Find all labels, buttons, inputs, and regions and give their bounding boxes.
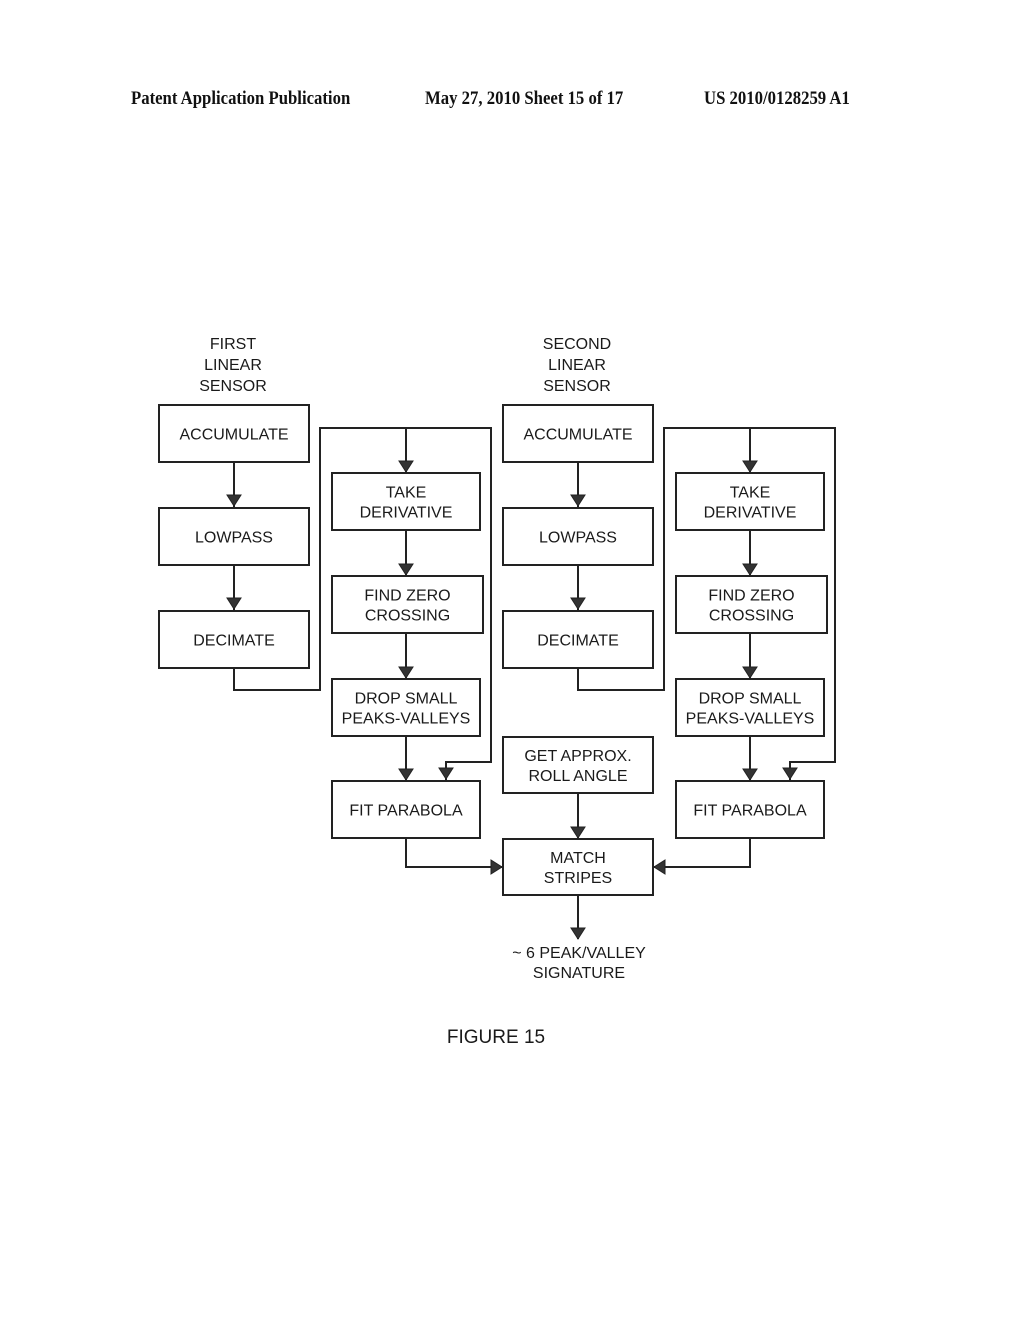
left-arrowhead-icon bbox=[398, 460, 414, 473]
right-lowpass-label: LOWPASS bbox=[539, 530, 617, 547]
right-fit-to-match-connector bbox=[653, 838, 751, 868]
output-signature-label: SIGNATURE bbox=[533, 965, 625, 982]
right-arrowhead-icon bbox=[742, 666, 758, 679]
left-drop-small-peaks-valleys-label: PEAKS-VALLEYS bbox=[342, 711, 471, 728]
left-arrowhead-icon bbox=[226, 597, 242, 610]
left-lowpass-label: LOWPASS bbox=[195, 530, 273, 547]
left-sensor-title: FIRST bbox=[210, 336, 256, 353]
right-drop-small-peaks-valleys-label: DROP SMALL bbox=[699, 691, 802, 708]
left-decimate-label: DECIMATE bbox=[193, 633, 274, 650]
right-find-zero-crossing-label: CROSSING bbox=[709, 608, 794, 625]
right-sensor-title: SENSOR bbox=[543, 378, 611, 395]
left-arrowhead-icon bbox=[398, 666, 414, 679]
right-sensor-title: SECOND bbox=[543, 336, 611, 353]
right-arrowhead-icon bbox=[570, 494, 586, 507]
left-arrowhead-icon bbox=[398, 563, 414, 576]
arrowhead-icon bbox=[490, 859, 503, 875]
left-take-derivative-label: DERIVATIVE bbox=[360, 505, 453, 522]
right-accumulate-label: ACCUMULATE bbox=[523, 427, 632, 444]
right-arrowhead-icon bbox=[742, 460, 758, 473]
output-signature-label: ~ 6 PEAK/VALLEY bbox=[512, 945, 646, 962]
right-decimate-label: DECIMATE bbox=[537, 633, 618, 650]
left-drop-small-peaks-valleys-label: DROP SMALL bbox=[355, 691, 458, 708]
right-sensor-title: LINEAR bbox=[548, 357, 606, 374]
right-arrowhead-icon bbox=[742, 563, 758, 576]
right-find-zero-crossing-label: FIND ZERO bbox=[708, 588, 794, 605]
left-sensor-title: LINEAR bbox=[204, 357, 262, 374]
left-find-zero-crossing-label: FIND ZERO bbox=[364, 588, 450, 605]
match-stripes-label: MATCH bbox=[550, 850, 606, 867]
right-arrowhead-icon bbox=[570, 597, 586, 610]
right-arrowhead-icon bbox=[742, 768, 758, 781]
get-approx-roll-angle-label: GET APPROX. bbox=[524, 748, 631, 765]
get-approx-roll-angle-label: ROLL ANGLE bbox=[528, 768, 627, 785]
left-find-zero-crossing-label: CROSSING bbox=[365, 608, 450, 625]
left-accumulate-label: ACCUMULATE bbox=[179, 427, 288, 444]
arrowhead-icon bbox=[570, 826, 586, 839]
right-arrowhead-icon bbox=[782, 767, 798, 780]
left-fit-to-match-connector bbox=[405, 838, 503, 868]
right-drop-small-peaks-valleys-label: PEAKS-VALLEYS bbox=[686, 711, 815, 728]
figure-caption: FIGURE 15 bbox=[447, 1027, 545, 1048]
left-sensor-title: SENSOR bbox=[199, 378, 267, 395]
left-take-derivative-label: TAKE bbox=[386, 485, 427, 502]
left-arrowhead-icon bbox=[226, 494, 242, 507]
right-fit-parabola-label: FIT PARABOLA bbox=[693, 803, 807, 820]
arrowhead-icon bbox=[653, 859, 666, 875]
left-arrowhead-icon bbox=[398, 768, 414, 781]
left-arrowhead-icon bbox=[438, 767, 454, 780]
right-take-derivative-label: TAKE bbox=[730, 485, 771, 502]
left-fit-parabola-label: FIT PARABOLA bbox=[349, 803, 463, 820]
flowchart: FIRST LINEAR SENSOR ACCUMULATE LOWPASS DECIMA… bbox=[158, 336, 836, 1048]
match-stripes-label: STRIPES bbox=[544, 870, 612, 887]
arrowhead-icon bbox=[570, 927, 586, 940]
right-take-derivative-label: DERIVATIVE bbox=[704, 505, 797, 522]
